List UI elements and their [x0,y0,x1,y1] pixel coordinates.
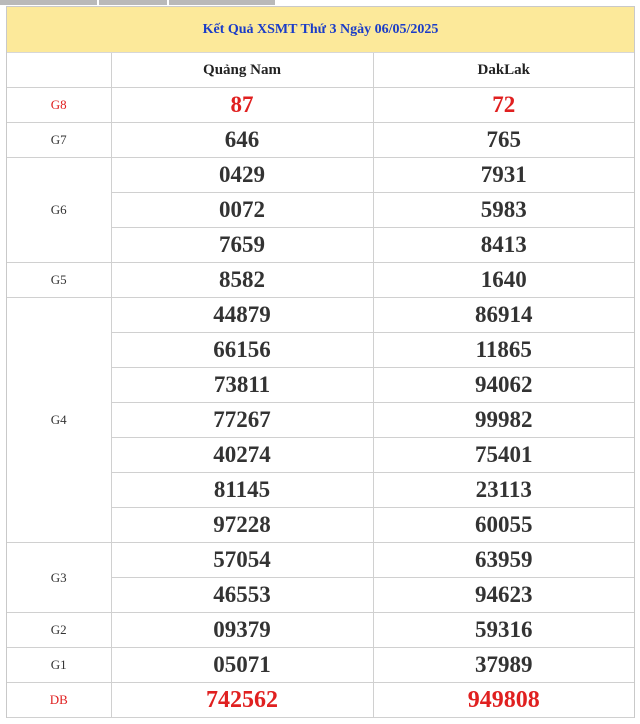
tab-1[interactable] [0,0,97,5]
g6-value-2-3: 8413 [372,227,634,263]
g6-value-2-1: 7931 [372,157,634,193]
g4-value-1-7: 97228 [111,507,374,543]
g6-value-2-2: 5983 [372,192,634,228]
row-g6: G6 0429 7931 [7,157,634,263]
g6-value-1-1: 0429 [110,157,374,193]
header-row: Quảng Nam DakLak [7,53,634,88]
prize-label-g7: G7 [7,122,112,158]
header-province-2[interactable]: DakLak [372,53,634,88]
g4-value-1-3: 73811 [111,367,374,403]
g4-value-1-2: 66156 [111,332,374,368]
g4-value-1-5: 40274 [111,437,374,473]
g4-value-1-4: 77267 [111,402,374,438]
g1-value-1: 05071 [110,647,374,683]
g4-value-2-1: 86914 [372,297,634,333]
tab-3[interactable] [169,0,275,5]
prize-label-g3: G3 [7,542,112,613]
row-g2: G2 09379 59316 [7,612,634,648]
row-g3: G3 57054 63959 [7,542,634,613]
prize-label-db: DB [7,682,112,718]
prize-label-g2: G2 [7,612,112,648]
g4-value-2-4: 99982 [372,402,634,438]
prize-label-g4: G4 [7,297,112,543]
db-value-2: 949808 [372,682,634,718]
g7-value-2: 765 [372,122,634,158]
g3-value-1-2: 46553 [111,577,374,613]
g2-value-2: 59316 [372,612,634,648]
g6-value-1-3: 7659 [111,227,374,263]
g2-value-1: 09379 [110,612,374,648]
row-g5: G5 8582 1640 [7,262,634,298]
results-panel: Kết Quả XSMT Thứ 3 Ngày 06/05/2025 Quảng… [6,6,635,718]
db-value-1: 742562 [110,682,374,718]
g4-value-1-1: 44879 [110,297,374,333]
row-g1: G1 05071 37989 [7,647,634,683]
prize-label-g1: G1 [7,647,112,683]
g5-value-1: 8582 [110,262,374,298]
prize-label-g8: G8 [7,87,112,123]
g4-value-1-6: 81145 [111,472,374,508]
header-province-1[interactable]: Quảng Nam [110,53,374,88]
g1-value-2: 37989 [372,647,634,683]
row-g7: G7 646 765 [7,122,634,158]
results-table: Quảng Nam DakLak G8 87 72 G7 646 765 G6 … [7,53,634,718]
tab-2[interactable] [99,0,167,5]
g4-value-2-5: 75401 [372,437,634,473]
g8-value-1: 87 [110,87,374,123]
g6-value-1-2: 0072 [111,192,374,228]
g5-value-2: 1640 [372,262,634,298]
g4-value-2-6: 23113 [372,472,634,508]
g4-value-2-2: 11865 [372,332,634,368]
g7-value-1: 646 [110,122,374,158]
header-blank [7,53,112,88]
prize-label-g5: G5 [7,262,112,298]
g3-value-2-2: 94623 [372,577,634,613]
prize-label-g6: G6 [7,157,112,263]
results-title: Kết Quả XSMT Thứ 3 Ngày 06/05/2025 [7,7,634,53]
g4-value-2-3: 94062 [372,367,634,403]
g3-value-2-1: 63959 [372,542,634,578]
row-g4: G4 44879 86914 [7,297,634,543]
g8-value-2: 72 [372,87,634,123]
g3-value-1-1: 57054 [110,542,374,578]
g4-value-2-7: 60055 [372,507,634,543]
row-g8: G8 87 72 [7,87,634,123]
row-db: DB 742562 949808 [7,682,634,718]
